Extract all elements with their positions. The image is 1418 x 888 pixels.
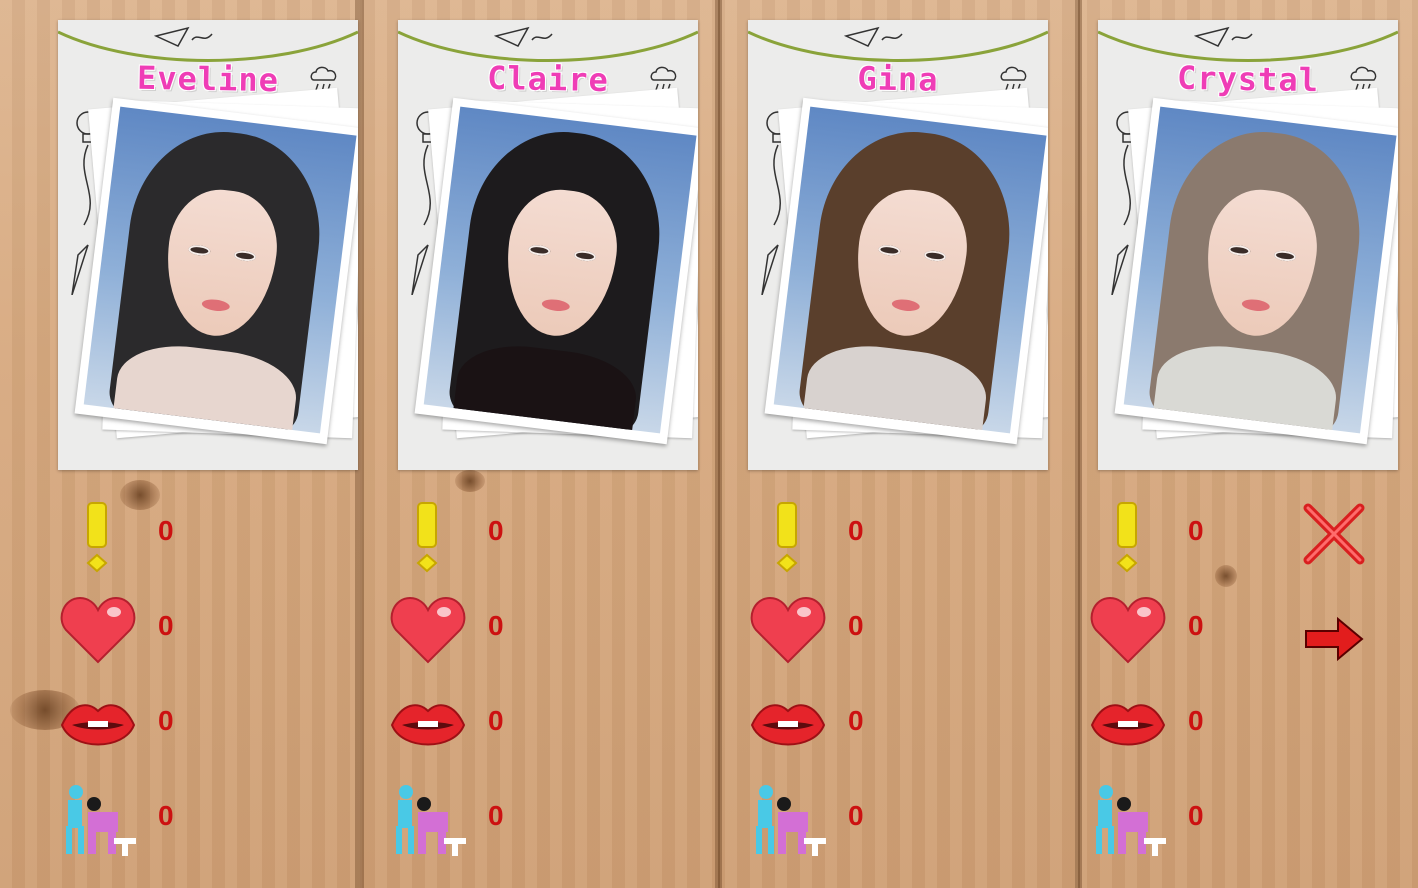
stat-row-sex: 0 — [1088, 780, 1258, 860]
character-name: Eveline — [136, 58, 280, 100]
stat-value-attention: 0 — [158, 515, 174, 546]
stat-value-sex: 0 — [488, 800, 504, 831]
stat-row-sex: 0 — [748, 780, 918, 860]
character-portrait — [83, 106, 357, 434]
close-button[interactable] — [1300, 500, 1370, 570]
lips-icon — [748, 685, 828, 765]
stat-value-love: 0 — [488, 610, 504, 641]
couple-icon — [388, 780, 468, 860]
next-button[interactable] — [1300, 605, 1370, 675]
arrow-right-icon — [1305, 616, 1364, 662]
character-card[interactable]: Gina — [748, 20, 1048, 470]
lips-icon — [388, 685, 468, 765]
close-icon — [1303, 503, 1365, 565]
lips-icon — [1088, 685, 1168, 765]
character-stats: 0 0 0 0 — [1088, 495, 1258, 875]
stat-value-love: 0 — [1188, 610, 1204, 641]
portrait-mouth — [541, 298, 571, 313]
paper-plane-doodle-icon — [494, 26, 553, 47]
stat-row-sex: 0 — [388, 780, 558, 860]
stat-value-sex: 0 — [1188, 800, 1204, 831]
stat-value-kiss: 0 — [158, 705, 174, 736]
stat-row-kiss: 0 — [1088, 685, 1258, 765]
stat-row-attention: 0 — [1088, 495, 1258, 575]
stat-row-kiss: 0 — [748, 685, 918, 765]
stat-value-love: 0 — [158, 610, 174, 641]
exclamation-icon — [388, 495, 468, 575]
stat-row-love: 0 — [58, 590, 228, 670]
stat-value-love: 0 — [848, 610, 864, 641]
character-name: Crystal — [1176, 58, 1320, 100]
exclamation-icon — [1088, 495, 1168, 575]
portrait-mouth — [1241, 298, 1271, 313]
character-card[interactable]: Crystal — [1098, 20, 1398, 470]
portrait-eye — [923, 249, 947, 263]
couple-icon — [58, 780, 138, 860]
stat-value-sex: 0 — [158, 800, 174, 831]
stat-row-attention: 0 — [388, 495, 558, 575]
character-portrait — [1123, 106, 1397, 434]
stat-row-kiss: 0 — [58, 685, 228, 765]
portrait-frame — [764, 97, 1048, 445]
stat-value-kiss: 0 — [848, 705, 864, 736]
heart-icon — [388, 590, 468, 670]
stat-value-sex: 0 — [848, 800, 864, 831]
wood-plank-seam — [718, 0, 722, 888]
portrait-eye — [233, 249, 257, 263]
stat-value-attention: 0 — [488, 515, 504, 546]
character-stats: 0 0 0 0 — [388, 495, 558, 875]
stat-value-attention: 0 — [848, 515, 864, 546]
stat-value-attention: 0 — [1188, 515, 1204, 546]
character-card[interactable]: Claire — [398, 20, 698, 470]
portrait-frame — [1114, 97, 1398, 445]
stat-row-sex: 0 — [58, 780, 228, 860]
couple-icon — [1088, 780, 1168, 860]
portrait-eye — [1273, 249, 1297, 263]
stat-row-kiss: 0 — [388, 685, 558, 765]
character-portrait — [423, 106, 697, 434]
character-portrait — [773, 106, 1047, 434]
lips-icon — [58, 685, 138, 765]
stat-value-kiss: 0 — [488, 705, 504, 736]
stat-row-attention: 0 — [748, 495, 918, 575]
paper-plane-doodle-icon — [154, 26, 213, 47]
portrait-eye — [877, 244, 901, 257]
portrait-eye — [1227, 244, 1251, 257]
paper-plane-doodle-icon — [844, 26, 903, 47]
exclamation-icon — [748, 495, 828, 575]
character-name: Claire — [486, 58, 610, 100]
heart-icon — [1088, 590, 1168, 670]
character-card[interactable]: Eveline — [58, 20, 358, 470]
portrait-eye — [187, 244, 211, 257]
portrait-mouth — [201, 298, 231, 313]
portrait-eye — [527, 244, 551, 257]
stat-value-kiss: 0 — [1188, 705, 1204, 736]
wood-plank-seam — [360, 0, 364, 888]
wood-knot — [455, 470, 485, 492]
character-stats: 0 0 0 0 — [58, 495, 228, 875]
portrait-frame — [74, 97, 358, 445]
portrait-mouth — [891, 298, 921, 313]
character-name: Gina — [857, 59, 939, 99]
heart-icon — [748, 590, 828, 670]
stat-row-love: 0 — [1088, 590, 1258, 670]
couple-icon — [748, 780, 828, 860]
portrait-eye — [573, 249, 597, 263]
character-stats: 0 0 0 0 — [748, 495, 918, 875]
stat-row-love: 0 — [748, 590, 918, 670]
heart-icon — [58, 590, 138, 670]
paper-plane-doodle-icon — [1194, 26, 1253, 47]
exclamation-icon — [58, 495, 138, 575]
stat-row-attention: 0 — [58, 495, 228, 575]
wood-plank-seam — [1078, 0, 1082, 888]
portrait-frame — [414, 97, 698, 445]
stat-row-love: 0 — [388, 590, 558, 670]
